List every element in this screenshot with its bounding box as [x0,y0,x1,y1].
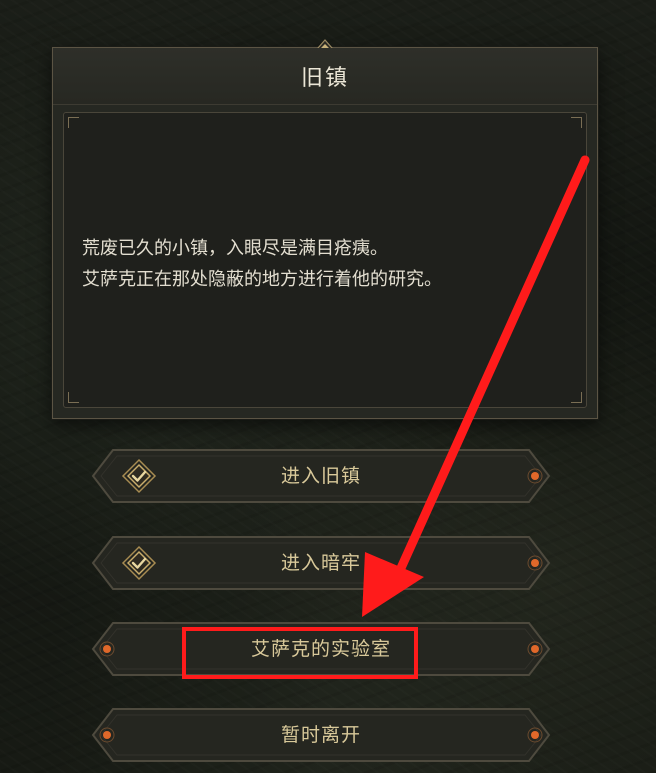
annotation-highlight-box [182,627,418,679]
description-line: 艾萨克正在那处隐蔽的地方进行着他的研究。 [82,269,442,290]
location-dialog: 旧镇 荒废已久的小镇，入眼尽是满目疮痍。 艾萨克正在那处隐蔽的地方进行着他的研究… [52,39,598,419]
description-text: 荒废已久的小镇，入眼尽是满目疮痍。 艾萨克正在那处隐蔽的地方进行着他的研究。 [82,233,572,295]
description-line: 荒废已久的小镇，入眼尽是满目疮痍。 [82,238,388,259]
dialog-header: 旧镇 [53,48,597,105]
description-box: 荒废已久的小镇，入眼尽是满目疮痍。 艾萨克正在那处隐蔽的地方进行着他的研究。 [63,112,587,408]
option-label: 进入暗牢 [280,552,361,574]
option-enter-old-town-button[interactable]: 进入旧镇 [91,447,551,505]
option-label: 暂时离开 [280,724,361,746]
dialog-title: 旧镇 [300,66,349,91]
game-screen: 旧镇 荒废已久的小镇，入眼尽是满目疮痍。 艾萨克正在那处隐蔽的地方进行着他的研究… [0,0,656,773]
corner-ornament [571,117,582,128]
corner-ornament [571,392,582,403]
corner-ornament [68,117,79,128]
option-label: 进入旧镇 [280,465,361,487]
corner-ornament [68,392,79,403]
option-enter-dungeon-button[interactable]: 进入暗牢 [91,534,551,592]
option-leave-button[interactable]: 暂时离开 [91,706,551,764]
